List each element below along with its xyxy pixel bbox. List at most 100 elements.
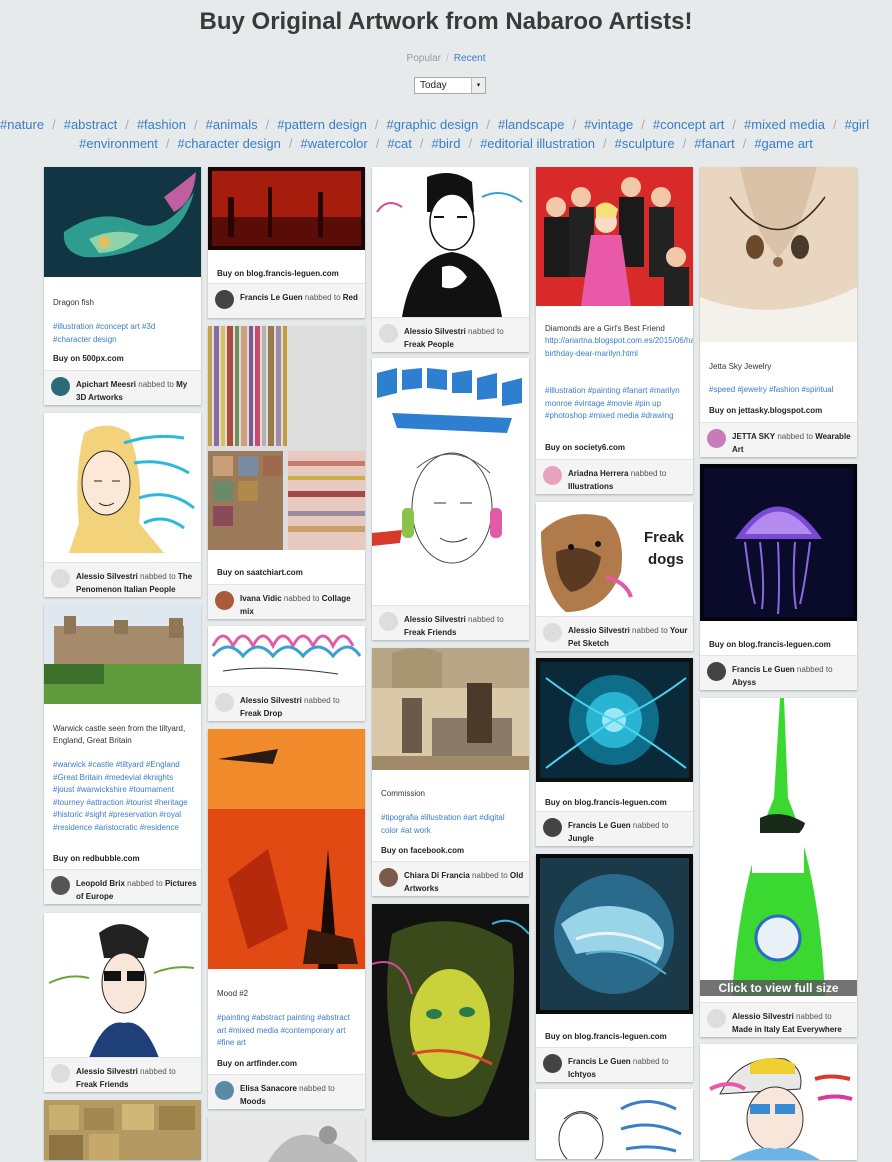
tag-link[interactable]: #character design bbox=[178, 136, 281, 151]
pin-card[interactable]: Buy on blog.francis-leguen.com Francis L… bbox=[208, 167, 365, 318]
pin-user-name[interactable]: Francis Le Guen bbox=[732, 665, 795, 674]
pin-card[interactable] bbox=[44, 1100, 201, 1160]
tag-link[interactable]: #girl bbox=[845, 117, 870, 132]
pin-buy-link[interactable]: Buy on blog.francis-leguen.com bbox=[217, 269, 339, 278]
pin-image[interactable] bbox=[208, 1117, 365, 1162]
time-filter-select[interactable]: Today ▾ bbox=[414, 77, 486, 94]
pin-card[interactable]: Buy on blog.francis-leguen.com Francis L… bbox=[536, 658, 693, 846]
pin-buy-link[interactable]: Buy on blog.francis-leguen.com bbox=[545, 798, 667, 807]
pin-user-name[interactable]: Alessio Silvestri bbox=[732, 1012, 794, 1021]
pin-hashtags[interactable]: #illustration #concept art #3d #characte… bbox=[53, 321, 195, 346]
pin-image[interactable] bbox=[536, 167, 693, 306]
pin-user-name[interactable]: Francis Le Guen bbox=[240, 293, 303, 302]
pin-image[interactable] bbox=[44, 604, 201, 704]
tag-link[interactable]: #abstract bbox=[64, 117, 117, 132]
pin-board-name[interactable]: Made in Italy Eat Everywhere bbox=[732, 1025, 842, 1034]
avatar[interactable] bbox=[543, 1054, 562, 1073]
avatar[interactable] bbox=[543, 623, 562, 642]
tag-link[interactable]: #landscape bbox=[498, 117, 565, 132]
avatar[interactable] bbox=[379, 868, 398, 887]
tag-link[interactable]: #concept art bbox=[653, 117, 725, 132]
pin-buy-link[interactable]: Buy on blog.francis-leguen.com bbox=[545, 1032, 667, 1041]
pin-user-name[interactable]: Ivana Vidic bbox=[240, 594, 282, 603]
pin-board-name[interactable]: Freak Friends bbox=[404, 628, 456, 637]
tag-link[interactable]: #editorial illustration bbox=[480, 136, 595, 151]
pin-card[interactable]: Jetta Sky Jewelry #speed #jewelry #fashi… bbox=[700, 167, 857, 457]
pin-card[interactable]: Buy on blog.francis-leguen.com Francis L… bbox=[536, 854, 693, 1082]
pin-card[interactable]: Alessio Silvestri nabbed to Freak People bbox=[372, 167, 529, 352]
tag-link[interactable]: #watercolor bbox=[301, 136, 368, 151]
pin-board-name[interactable]: Abyss bbox=[732, 678, 756, 687]
pin-user-name[interactable]: Alessio Silvestri bbox=[240, 696, 302, 705]
pin-user-name[interactable]: Elisa Sanacore bbox=[240, 1084, 297, 1093]
tag-link[interactable]: #pattern design bbox=[277, 117, 367, 132]
pin-image[interactable] bbox=[208, 626, 365, 686]
avatar[interactable] bbox=[707, 662, 726, 681]
avatar[interactable] bbox=[543, 466, 562, 485]
tag-link[interactable]: #graphic design bbox=[387, 117, 479, 132]
pin-board-name[interactable]: Illustrations bbox=[568, 482, 613, 491]
pin-card[interactable]: Buy on saatchiart.com Ivana Vidic nabbed… bbox=[208, 326, 365, 619]
pin-user-name[interactable]: Alessio Silvestri bbox=[568, 626, 630, 635]
pin-card[interactable]: Freak dogs Alessio Silvestri nabbed to Y… bbox=[536, 502, 693, 651]
pin-board-name[interactable]: Freak People bbox=[404, 340, 454, 349]
pin-user-name[interactable]: JETTA SKY bbox=[732, 432, 775, 441]
tag-link[interactable]: #environment bbox=[79, 136, 158, 151]
pin-image[interactable] bbox=[372, 648, 529, 770]
pin-image[interactable] bbox=[44, 167, 201, 277]
pin-board-name[interactable]: Freak Friends bbox=[76, 1080, 128, 1089]
tag-link[interactable]: #sculpture bbox=[615, 136, 675, 151]
pin-card[interactable]: Alessio Silvestri nabbed to Freak Friend… bbox=[372, 358, 529, 640]
avatar[interactable] bbox=[51, 876, 70, 895]
avatar[interactable] bbox=[379, 324, 398, 343]
pin-board-name[interactable]: Ichtyos bbox=[568, 1070, 596, 1079]
avatar[interactable] bbox=[215, 1081, 234, 1100]
pin-image[interactable] bbox=[208, 326, 365, 550]
pin-hashtags[interactable]: #illustration #painting #fanart #marilyn… bbox=[545, 385, 687, 423]
pin-buy-link[interactable]: Buy on 500px.com bbox=[53, 354, 124, 363]
pin-user-name[interactable]: Alessio Silvestri bbox=[404, 327, 466, 336]
tag-link[interactable]: #fashion bbox=[137, 117, 186, 132]
pin-buy-link[interactable]: Buy on blog.francis-leguen.com bbox=[709, 640, 831, 649]
pin-card[interactable] bbox=[700, 1044, 857, 1160]
pin-buy-link[interactable]: Buy on jettasky.blogspot.com bbox=[709, 406, 822, 415]
avatar[interactable] bbox=[51, 377, 70, 396]
pin-buy-link[interactable]: Buy on redbubble.com bbox=[53, 854, 140, 863]
pin-user-name[interactable]: Chiara Di Francia bbox=[404, 871, 470, 880]
tab-popular[interactable]: Popular bbox=[407, 53, 441, 64]
tag-link[interactable]: #nature bbox=[0, 117, 44, 132]
pin-card[interactable]: Alessio Silvestri nabbed to The Penomeno… bbox=[44, 413, 201, 597]
pin-buy-link[interactable]: Buy on saatchiart.com bbox=[217, 568, 303, 577]
avatar[interactable] bbox=[215, 290, 234, 309]
pin-user-name[interactable]: Leopold Brix bbox=[76, 879, 125, 888]
pin-buy-link[interactable]: Buy on facebook.com bbox=[381, 846, 464, 855]
pin-board-name[interactable]: Freak Drop bbox=[240, 709, 282, 718]
pin-hashtags[interactable]: #warwick #castle #tiltyard #England #Gre… bbox=[53, 759, 195, 834]
pin-image[interactable] bbox=[44, 1100, 201, 1160]
pin-card[interactable]: Buy on blog.francis-leguen.com Francis L… bbox=[700, 464, 857, 690]
avatar[interactable] bbox=[707, 1009, 726, 1028]
pin-card[interactable]: Alessio Silvestri nabbed to Freak Friend… bbox=[44, 913, 201, 1092]
pin-hashtags[interactable]: #speed #jewelry #fashion #spiritual bbox=[709, 384, 851, 397]
avatar[interactable] bbox=[707, 429, 726, 448]
tag-link[interactable]: #mixed media bbox=[744, 117, 825, 132]
avatar[interactable] bbox=[543, 818, 562, 837]
pin-buy-link[interactable]: Buy on artfinder.com bbox=[217, 1059, 297, 1068]
pin-image[interactable] bbox=[700, 1044, 857, 1160]
tab-recent[interactable]: Recent bbox=[454, 53, 486, 64]
pin-card[interactable]: Commission #tipografia #illustration #ar… bbox=[372, 648, 529, 896]
pin-card[interactable]: Diamonds are a Girl's Best Friend http:/… bbox=[536, 167, 693, 494]
pin-board-name[interactable]: Red bbox=[343, 293, 358, 302]
pin-image[interactable] bbox=[372, 167, 529, 317]
avatar[interactable] bbox=[379, 612, 398, 631]
pin-user-name[interactable]: Francis Le Guen bbox=[568, 1057, 631, 1066]
pin-card[interactable]: Mood #2 #painting #abstract painting #ab… bbox=[208, 729, 365, 1109]
pin-image[interactable] bbox=[700, 464, 857, 621]
pin-card[interactable]: Dragon fish #illustration #concept art #… bbox=[44, 167, 201, 405]
pin-image[interactable]: Freak dogs bbox=[536, 502, 693, 616]
pin-user-name[interactable]: Alessio Silvestri bbox=[76, 1067, 138, 1076]
pin-image[interactable] bbox=[44, 413, 201, 561]
tag-link[interactable]: #bird bbox=[432, 136, 461, 151]
tag-link[interactable]: #fanart bbox=[694, 136, 734, 151]
pin-user-name[interactable]: Francis Le Guen bbox=[568, 821, 631, 830]
